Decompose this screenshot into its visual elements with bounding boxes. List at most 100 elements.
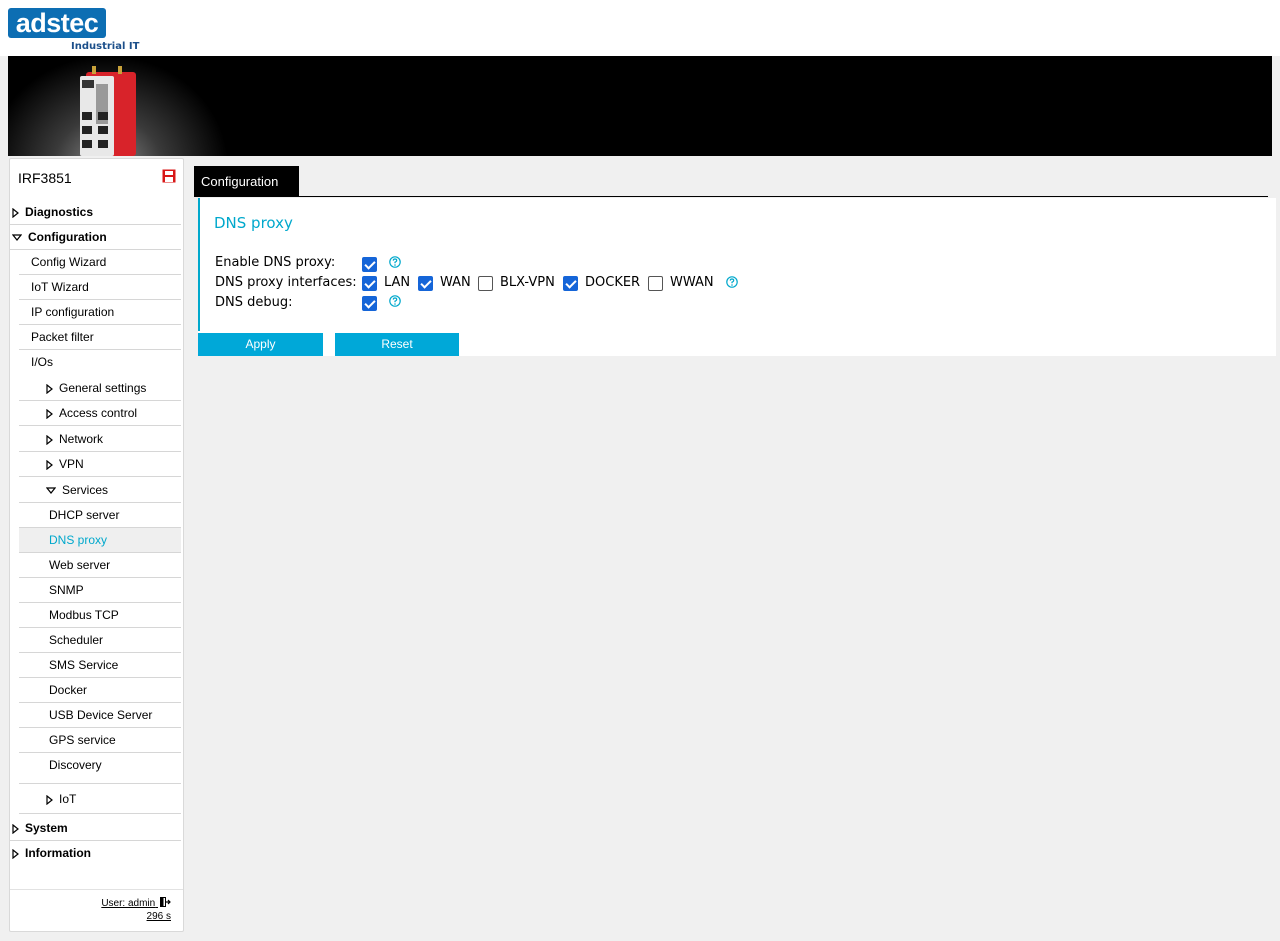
sidebar-item-network[interactable]: Network — [19, 427, 181, 452]
sidebar-item-ios[interactable]: I/Os — [19, 350, 181, 375]
dns-debug-checkbox[interactable] — [362, 296, 377, 311]
sidebar-item-config-wizard[interactable]: Config Wizard — [19, 250, 181, 275]
sidebar-item-label: Services — [62, 483, 109, 497]
interface-docker-checkbox[interactable] — [563, 276, 578, 291]
sidebar-item-iot-wizard[interactable]: IoT Wizard — [19, 275, 181, 300]
brand-subtitle: Industrial IT — [71, 41, 140, 52]
sidebar-item-configuration[interactable]: Configuration — [10, 225, 181, 250]
sidebar-item-gps-service[interactable]: GPS service — [19, 728, 181, 753]
expand-arrow-icon — [46, 383, 53, 394]
interface-wwan-checkbox[interactable] — [648, 276, 663, 291]
sidebar-item-label: GPS service — [49, 733, 116, 747]
router-device-image — [80, 66, 136, 156]
panel-title: DNS proxy — [214, 214, 293, 232]
sidebar-item-modbus-tcp[interactable]: Modbus TCP — [19, 603, 181, 628]
sidebar-item-sms-service[interactable]: SMS Service — [19, 653, 181, 678]
sidebar-item-label: DHCP server — [49, 508, 120, 522]
dns-debug-label: DNS debug: — [215, 295, 293, 310]
sidebar-item-dhcp-server[interactable]: DHCP server — [19, 503, 181, 528]
sidebar-item-discovery[interactable]: Discovery — [19, 753, 181, 784]
sidebar-item-packet-filter[interactable]: Packet filter — [19, 325, 181, 350]
sidebar-item-label: Network — [59, 432, 104, 446]
sidebar-item-access-control[interactable]: Access control — [19, 401, 181, 426]
sidebar-item-general-settings[interactable]: General settings — [19, 376, 181, 401]
sidebar-item-label: Config Wizard — [31, 255, 107, 269]
sidebar-item-diagnostics[interactable]: Diagnostics — [10, 200, 181, 225]
collapse-arrow-icon — [46, 487, 56, 495]
expand-arrow-icon — [12, 207, 19, 218]
sidebar-item-label: I/Os — [31, 355, 54, 369]
sidebar-footer: User: admin 296 s — [10, 889, 183, 931]
tab-strip: Configuration — [194, 166, 1268, 197]
sidebar-item-docker[interactable]: Docker — [19, 678, 181, 703]
interface-docker-label: DOCKER — [585, 275, 641, 290]
expand-arrow-icon — [46, 794, 53, 805]
top-bar: adstec Industrial IT — [0, 0, 1280, 56]
sidebar-item-iot[interactable]: IoT — [19, 784, 181, 814]
expand-arrow-icon — [46, 408, 53, 419]
sidebar-item-label: Configuration — [28, 230, 107, 244]
sidebar-item-label: DNS proxy — [49, 533, 108, 547]
sidebar-item-label: VPN — [59, 457, 84, 471]
sidebar-item-label: IoT — [59, 792, 77, 806]
expand-arrow-icon — [12, 848, 19, 859]
expand-arrow-icon — [46, 434, 53, 445]
sidebar-item-label: SNMP — [49, 583, 84, 597]
device-name: IRF3851 — [18, 170, 72, 186]
sidebar-item-information[interactable]: Information — [10, 841, 181, 866]
sidebar-item-label: Packet filter — [31, 330, 94, 344]
sidebar-item-label: Discovery — [49, 758, 102, 772]
sidebar-item-label: Diagnostics — [25, 205, 94, 219]
sidebar-item-label: IoT Wizard — [31, 280, 89, 294]
apply-button[interactable]: Apply — [198, 333, 323, 356]
user-logout-link[interactable]: User: admin — [101, 897, 171, 909]
sidebar-item-label: USB Device Server — [49, 708, 153, 722]
sidebar-item-usb-device-server[interactable]: USB Device Server — [19, 703, 181, 728]
enable-dns-proxy-checkbox[interactable] — [362, 257, 377, 272]
sidebar-item-label: System — [25, 821, 68, 835]
sidebar-item-label: General settings — [59, 381, 147, 395]
sidebar-item-label: SMS Service — [49, 658, 119, 672]
enable-dns-proxy-label: Enable DNS proxy: — [215, 255, 336, 270]
sidebar-item-label: Web server — [49, 558, 111, 572]
sidebar-item-snmp[interactable]: SNMP — [19, 578, 181, 603]
collapse-arrow-icon — [12, 234, 22, 242]
sidebar-item-label: Access control — [59, 406, 138, 420]
sidebar-item-services[interactable]: Services — [19, 478, 181, 503]
save-icon[interactable] — [162, 169, 176, 183]
help-icon[interactable] — [726, 276, 738, 288]
interface-wwan-label: WWAN — [670, 275, 714, 290]
user-label: User: admin — [101, 898, 156, 909]
logout-icon[interactable] — [160, 897, 171, 907]
brand-logo: adstec — [8, 8, 106, 38]
interface-lan-checkbox[interactable] — [362, 276, 377, 291]
reset-button[interactable]: Reset — [335, 333, 459, 356]
sidebar-item-vpn[interactable]: VPN — [19, 452, 181, 477]
tab-configuration[interactable]: Configuration — [194, 166, 299, 196]
dns-proxy-interfaces-label: DNS proxy interfaces: — [215, 275, 357, 290]
sidebar-item-web-server[interactable]: Web server — [19, 553, 181, 578]
session-timer: 296 s — [146, 911, 171, 922]
sidebar-item-scheduler[interactable]: Scheduler — [19, 628, 181, 653]
sidebar-item-label: Modbus TCP — [49, 608, 119, 622]
sidebar-item-label: IP configuration — [31, 305, 115, 319]
interface-blx-vpn-checkbox[interactable] — [478, 276, 493, 291]
expand-arrow-icon — [46, 459, 53, 470]
help-icon[interactable] — [389, 256, 401, 268]
dns-proxy-panel: DNS proxy Enable DNS proxy: DNS proxy in… — [198, 198, 1276, 356]
header-banner — [8, 56, 1272, 156]
panel-accent-bar — [198, 198, 200, 331]
help-icon[interactable] — [389, 295, 401, 307]
sidebar-item-dns-proxy[interactable]: DNS proxy — [19, 528, 181, 553]
interface-lan-label: LAN — [384, 275, 411, 290]
sidebar-item-ip-configuration[interactable]: IP configuration — [19, 300, 181, 325]
expand-arrow-icon — [12, 823, 19, 834]
interface-blx-vpn-label: BLX-VPN — [500, 275, 555, 290]
sidebar-item-label: Information — [25, 846, 91, 860]
sidebar-item-system[interactable]: System — [10, 816, 181, 841]
navigation-sidebar: IRF3851 Diagnostics Configuration Config… — [9, 158, 184, 932]
sidebar-item-label: Docker — [49, 683, 88, 697]
sidebar-item-label: Scheduler — [49, 633, 104, 647]
interface-wan-label: WAN — [440, 275, 471, 290]
interface-wan-checkbox[interactable] — [418, 276, 433, 291]
